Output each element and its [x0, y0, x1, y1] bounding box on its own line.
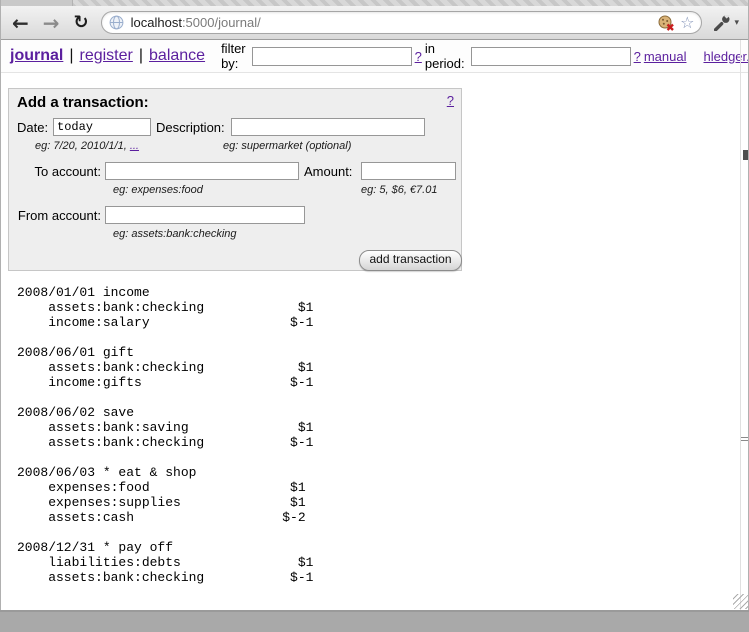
filter-help-link[interactable]: ?	[415, 49, 422, 64]
date-label: Date:	[17, 120, 48, 135]
url-text: localhost:5000/journal/	[131, 15, 261, 30]
back-button[interactable]: ←	[12, 13, 29, 33]
filter-input[interactable]	[252, 47, 412, 66]
nav-separator: |	[139, 47, 143, 65]
date-hint-more-link[interactable]: ...	[130, 140, 139, 152]
filter-label: filter by:	[221, 41, 246, 71]
wrench-menu-button[interactable]: ▾	[714, 15, 739, 31]
cookie-blocked-icon[interactable]	[658, 15, 675, 31]
content-right-edge	[740, 40, 741, 610]
bookmark-star-icon[interactable]: ☆	[680, 15, 694, 31]
add-transaction-button[interactable]: add transaction	[359, 250, 462, 271]
period-help-link[interactable]: ?	[634, 49, 641, 64]
window-left-edge	[0, 0, 1, 611]
period-input[interactable]	[471, 47, 631, 66]
date-hint: eg: 7/20, 2010/1/1, ...	[35, 140, 139, 152]
panel-title: Add a transaction:	[17, 94, 149, 111]
nav-separator: |	[69, 47, 73, 65]
description-input[interactable]	[231, 118, 425, 136]
from-account-hint: eg: assets:bank:checking	[113, 228, 237, 240]
address-bar[interactable]: localhost:5000/journal/ ☆	[101, 11, 703, 34]
desktop-background: Loading package bin-package-db-0.0.0.0 .…	[0, 612, 749, 632]
globe-icon	[109, 15, 124, 30]
nav-link-balance[interactable]: balance	[149, 47, 205, 65]
url-host: localhost	[131, 15, 182, 30]
date-hint-text: eg: 7/20, 2010/1/1,	[35, 140, 130, 152]
external-links: manual hledger.org	[644, 49, 749, 64]
forward-button[interactable]: →	[43, 13, 60, 33]
from-account-input[interactable]	[105, 206, 305, 224]
amount-label: Amount:	[304, 164, 352, 179]
reload-button[interactable]: ↻	[74, 14, 89, 32]
hledger-org-link[interactable]: hledger.org	[703, 49, 749, 64]
panel-help-link[interactable]: ?	[447, 93, 454, 108]
to-account-label: To account:	[15, 164, 101, 179]
nav-link-register[interactable]: register	[80, 47, 133, 65]
from-account-label: From account:	[11, 208, 101, 223]
url-path: :5000/journal/	[182, 15, 261, 30]
wrench-icon	[714, 15, 731, 31]
journal-text: 2008/01/01 income assets:bank:checking $…	[17, 285, 313, 585]
add-transaction-panel: Add a transaction: ? Date: Description: …	[8, 88, 462, 271]
amount-input[interactable]	[361, 162, 456, 180]
nav-link-journal[interactable]: journal	[10, 47, 63, 65]
page-navbar: journal | register | balance filter by: …	[0, 40, 749, 73]
description-hint: eg: supermarket (optional)	[223, 140, 351, 152]
manual-link[interactable]: manual	[644, 49, 687, 64]
date-input[interactable]	[53, 118, 151, 136]
to-account-input[interactable]	[105, 162, 299, 180]
description-label: Description:	[156, 120, 225, 135]
amount-hint: eg: 5, $6, €7.01	[361, 184, 437, 196]
browser-toolbar: ← → ↻ localhost:5000/journal/ ☆	[0, 6, 749, 40]
to-account-hint: eg: expenses:food	[113, 184, 203, 196]
period-label: in period:	[425, 41, 465, 71]
resize-grip[interactable]	[733, 594, 748, 609]
wrench-caret-icon: ▾	[734, 18, 739, 28]
